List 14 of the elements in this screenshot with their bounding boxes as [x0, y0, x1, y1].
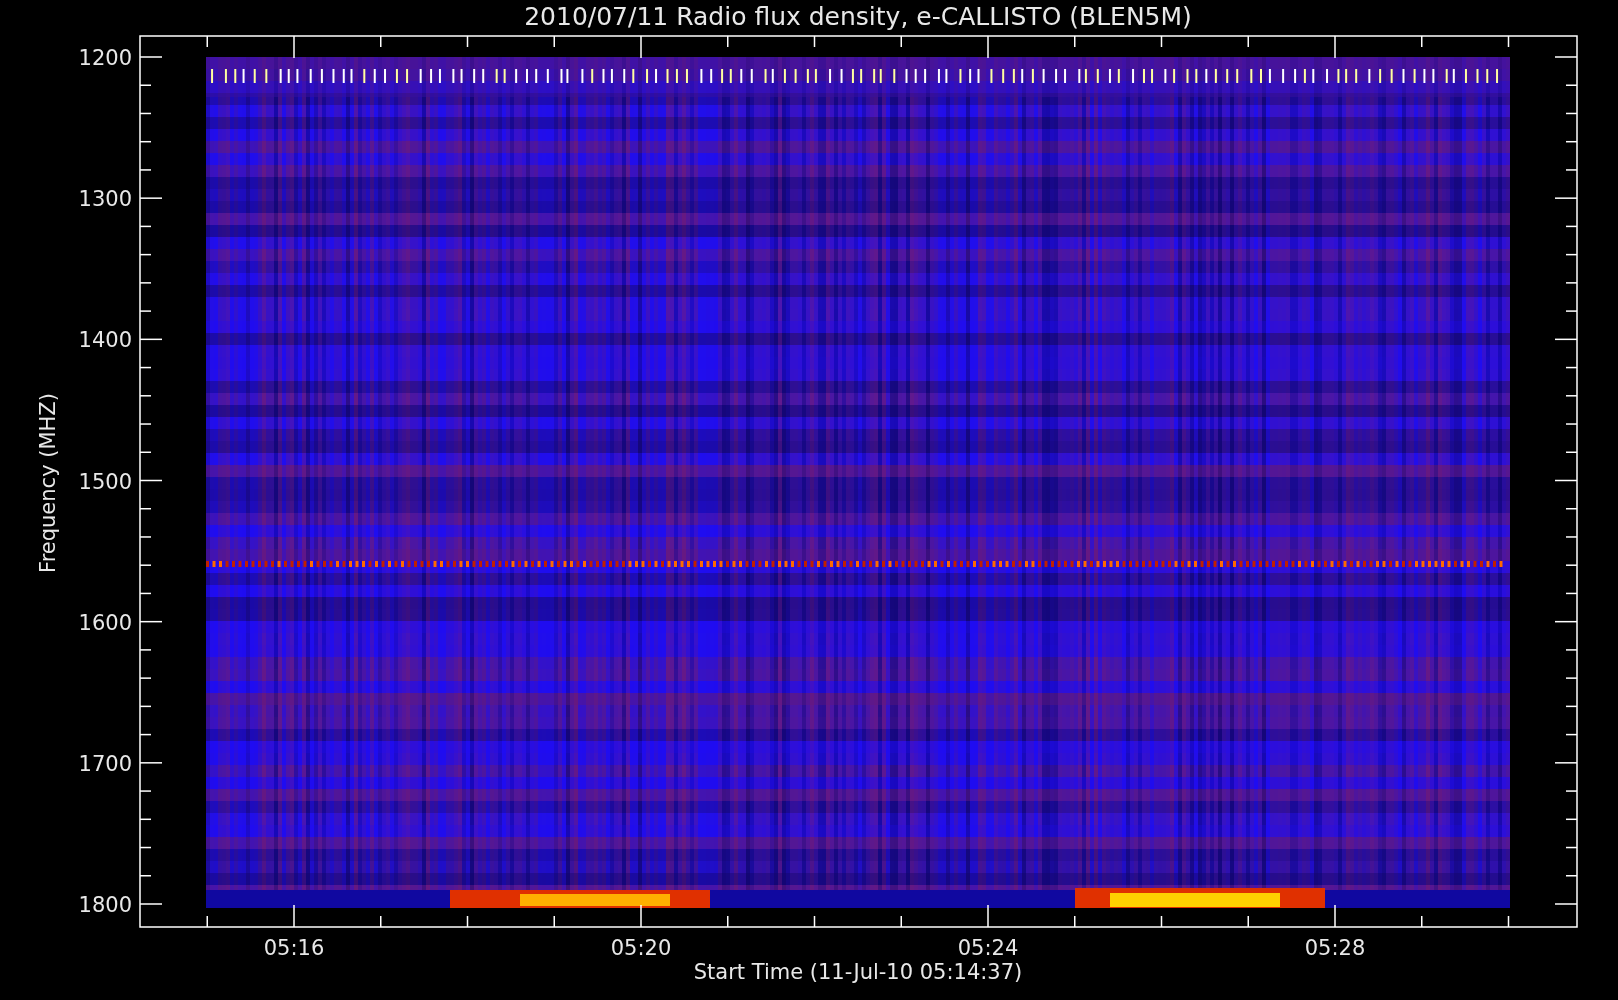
tick-label: 1200: [78, 46, 132, 70]
tick-label: 05:20: [610, 936, 672, 960]
axis-title: Start Time (11-Jul-10 05:14:37): [693, 960, 1023, 984]
axis-title: Frequency (MHZ): [36, 393, 60, 573]
tick-label: 1800: [78, 893, 132, 917]
tick-label: 05:28: [1304, 936, 1366, 960]
tick-label: 05:24: [957, 936, 1019, 960]
tick-label: 1500: [78, 469, 132, 494]
tick-label: 1600: [78, 610, 132, 635]
chart-title: 2010/07/11 Radio flux density, e-CALLISTO (BLEN5M): [524, 2, 1192, 31]
tick-label: 1700: [78, 751, 132, 776]
tick-label: 1300: [78, 187, 132, 212]
tick-label: 05:16: [263, 936, 325, 960]
tick-label: 1400: [78, 328, 132, 353]
